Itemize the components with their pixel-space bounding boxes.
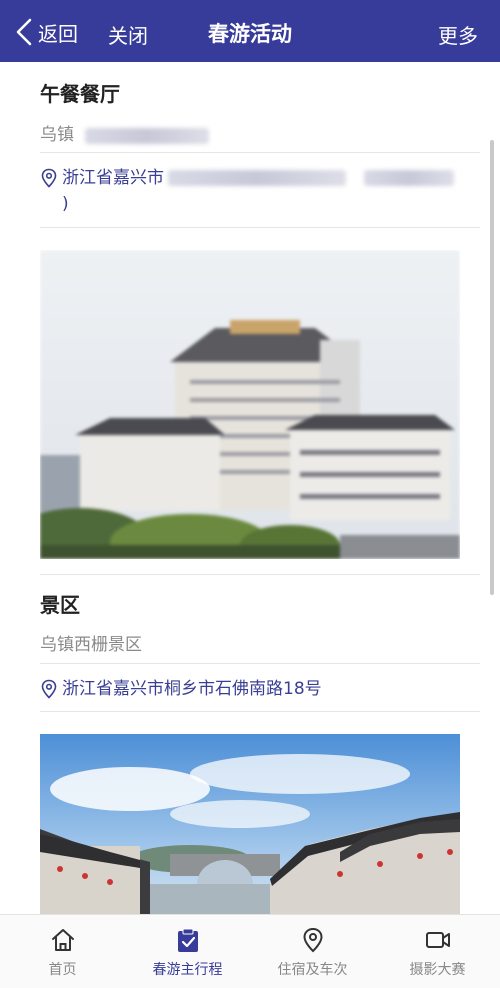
location-pin-icon xyxy=(302,927,323,953)
nav-label-itinerary: 春游主行程 xyxy=(152,962,223,978)
content-scroll-area[interactable]: 午餐餐厅 乌镇 浙江省嘉兴市 ) 景区 乌镇西栅景区 浙江省嘉兴市桐乡市石佛南路… xyxy=(0,62,500,914)
clipboard-check-icon xyxy=(177,928,198,952)
lunch-address-end: ) xyxy=(62,194,69,214)
location-pin-icon xyxy=(41,679,57,699)
lunch-title: 午餐餐厅 xyxy=(40,82,120,106)
scrollbar[interactable] xyxy=(490,140,494,595)
lunch-restaurant-name: 乌镇 xyxy=(40,120,480,145)
restaurant-photo xyxy=(40,250,460,559)
close-button[interactable]: 关闭 xyxy=(108,20,148,49)
location-pin-icon xyxy=(41,168,57,188)
scenic-title: 景区 xyxy=(40,593,80,617)
redacted-address xyxy=(364,170,454,186)
divider xyxy=(40,663,480,664)
bottom-nav: 首页 春游主行程 住宿及车次 摄影大赛 xyxy=(0,914,500,988)
divider xyxy=(40,574,480,575)
divider xyxy=(40,711,480,712)
back-label: 返回 xyxy=(38,21,78,46)
app-screen: 返回 关闭 春游活动 更多 午餐餐厅 乌镇 浙江省嘉兴市 ) 景区 乌镇西栅景区… xyxy=(0,0,500,988)
lunch-section-title: 午餐餐厅 xyxy=(40,78,480,107)
nav-item-lodging[interactable]: 住宿及车次 xyxy=(250,915,375,988)
divider xyxy=(40,152,480,153)
scenic-photo xyxy=(40,734,460,914)
redacted-name xyxy=(85,127,210,144)
lunch-address[interactable]: 浙江省嘉兴市 ) xyxy=(40,165,480,217)
nav-item-home[interactable]: 首页 xyxy=(0,915,125,988)
nav-label-home: 首页 xyxy=(48,962,77,978)
back-button[interactable]: 返回 xyxy=(14,14,78,50)
redacted-address xyxy=(168,170,346,186)
lunch-address-text: 浙江省嘉兴市 xyxy=(62,168,164,188)
lunch-name-text: 乌镇 xyxy=(40,125,74,145)
top-bar: 返回 关闭 春游活动 更多 xyxy=(0,0,500,62)
scenic-section-title: 景区 xyxy=(40,589,480,618)
scenic-address-text: 浙江省嘉兴市桐乡市石佛南路18号 xyxy=(62,679,322,699)
more-button[interactable]: 更多 xyxy=(438,20,478,49)
home-icon xyxy=(51,929,74,951)
nav-item-photo-contest[interactable]: 摄影大赛 xyxy=(375,915,500,988)
scenic-name: 乌镇西栅景区 xyxy=(40,630,480,655)
scenic-name-text: 乌镇西栅景区 xyxy=(40,635,142,655)
nav-label-lodging: 住宿及车次 xyxy=(277,962,348,978)
nav-label-photo-contest: 摄影大赛 xyxy=(409,962,466,978)
nav-item-itinerary[interactable]: 春游主行程 xyxy=(125,915,250,988)
video-camera-icon xyxy=(425,932,450,948)
scenic-address[interactable]: 浙江省嘉兴市桐乡市石佛南路18号 xyxy=(40,676,480,702)
chevron-left-icon xyxy=(16,18,32,46)
divider xyxy=(40,227,480,228)
